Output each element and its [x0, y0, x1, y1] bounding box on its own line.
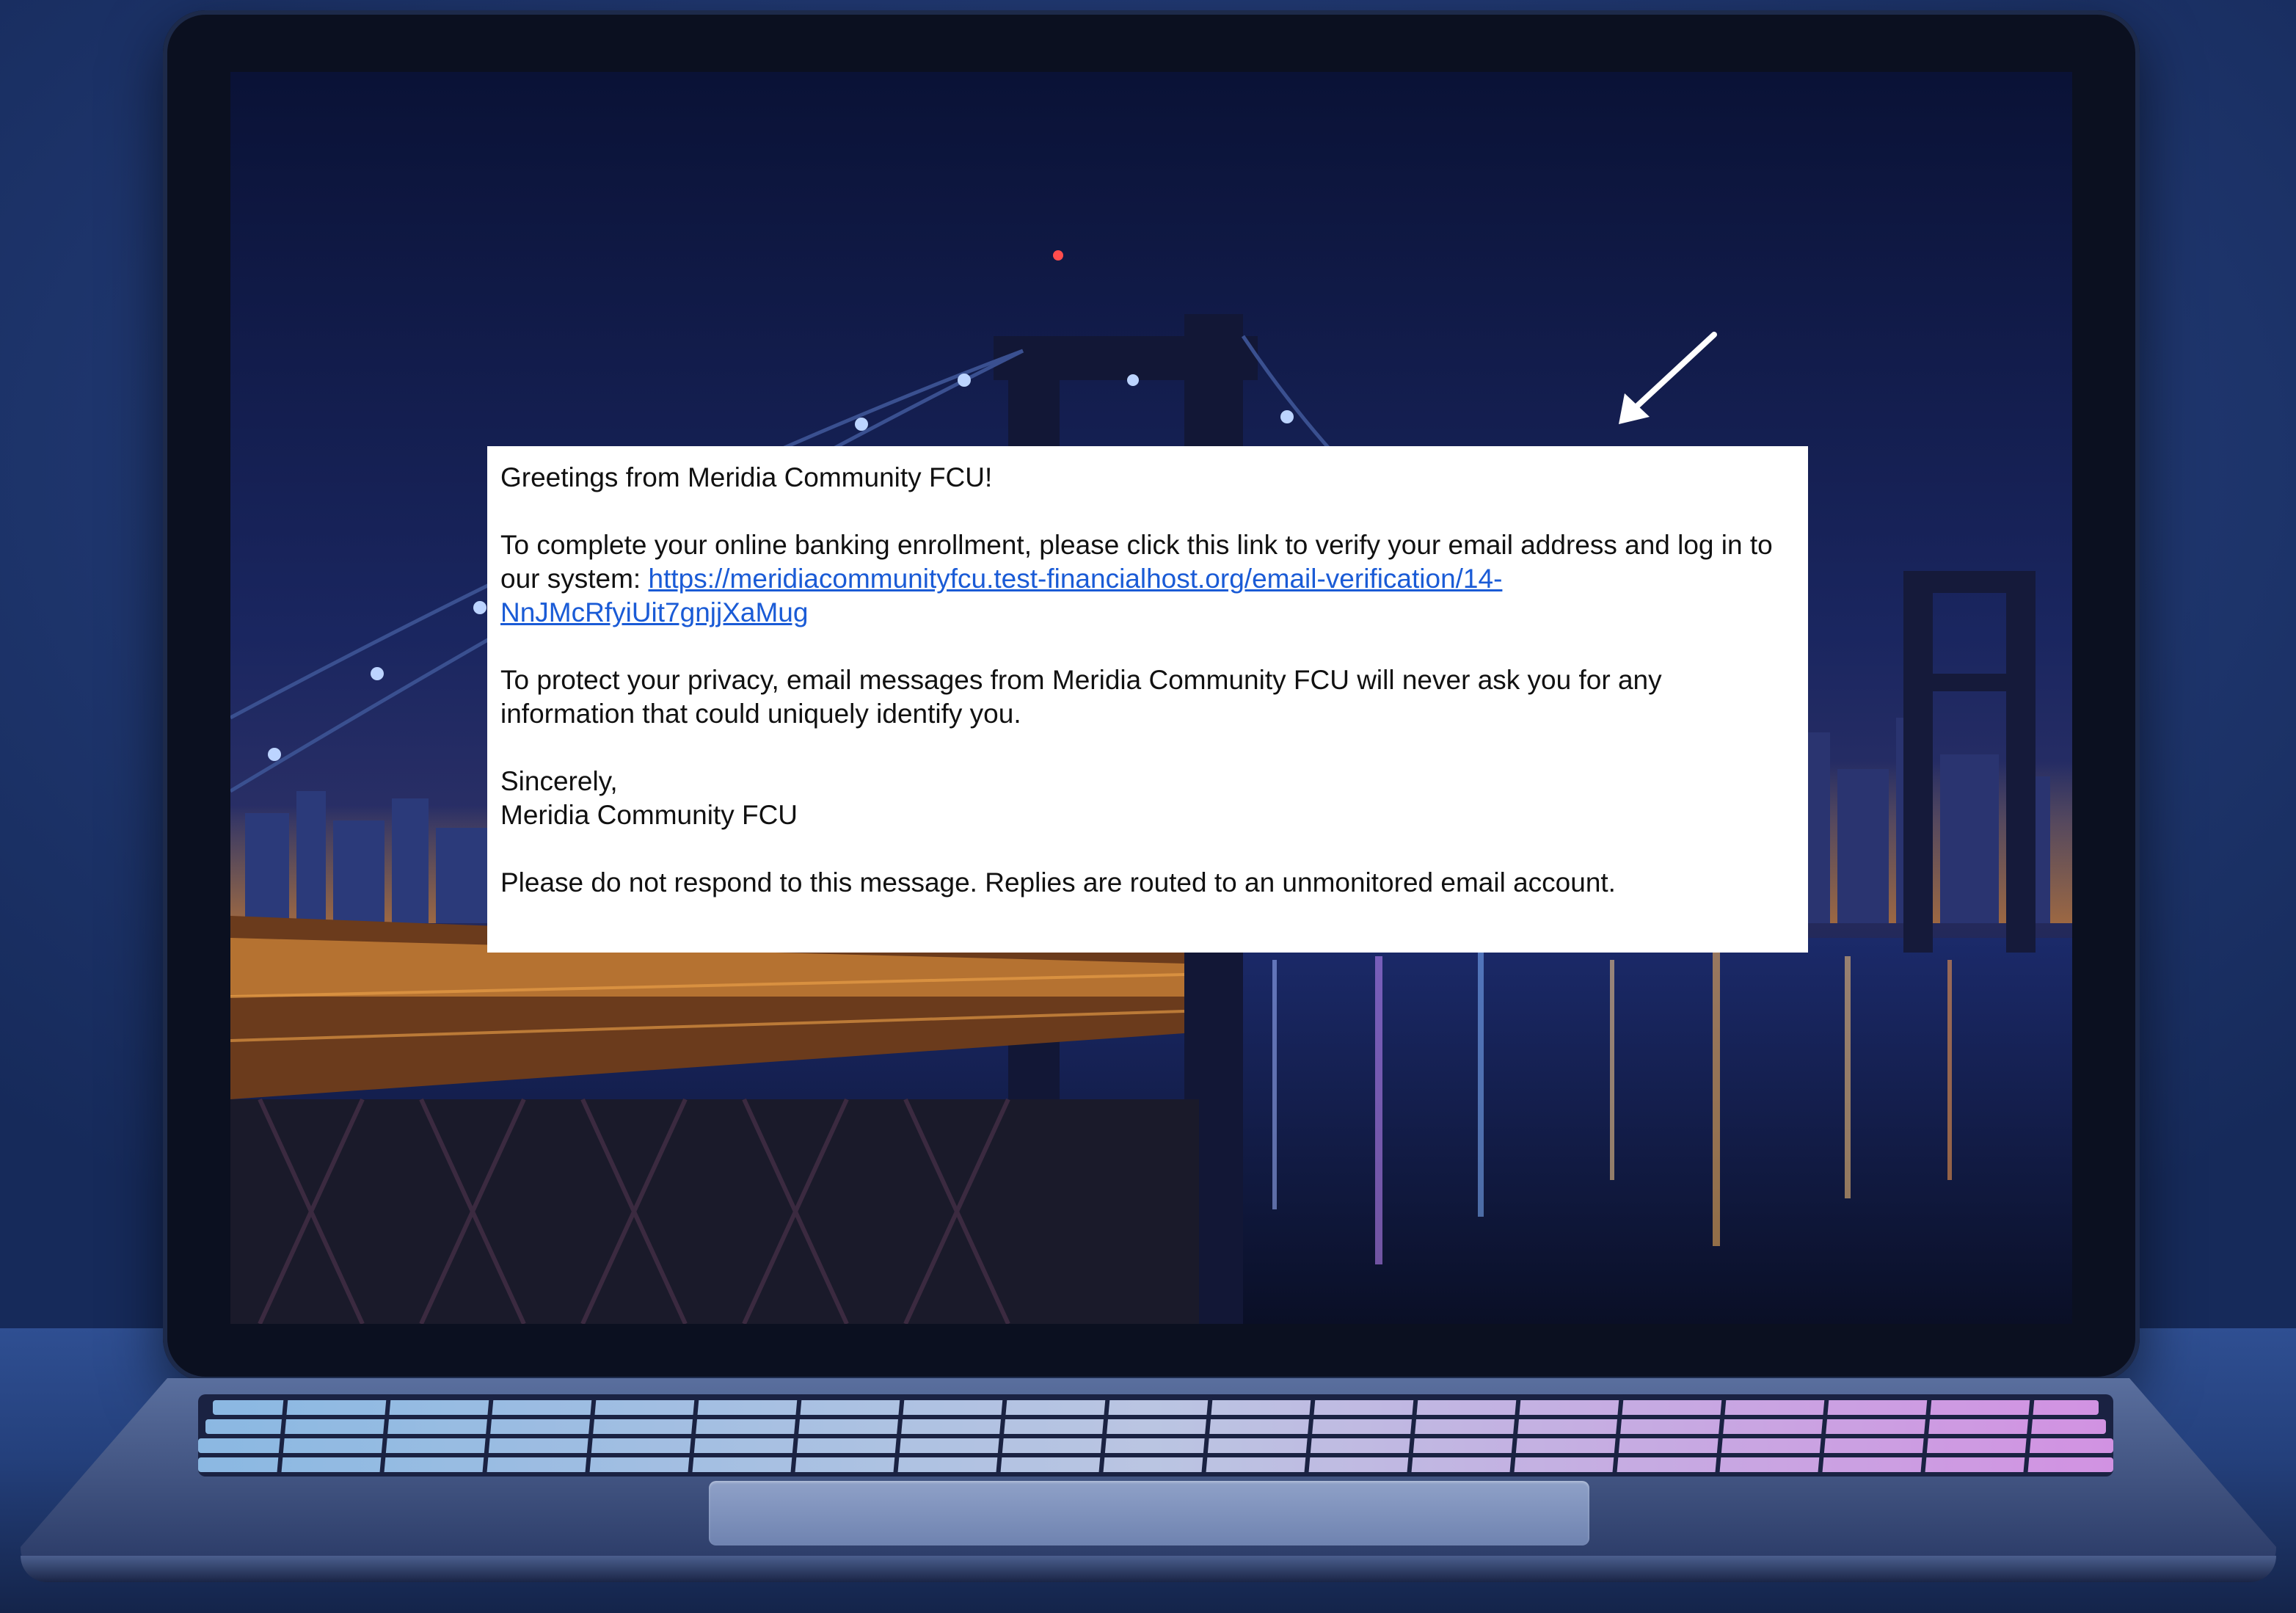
email-signature: Meridia Community FCU	[500, 800, 798, 830]
email-message: Greetings from Meridia Community FCU! To…	[487, 446, 1808, 953]
arrow-pointer-icon	[1619, 332, 1717, 424]
email-privacy-notice: To protect your privacy, email messages …	[500, 665, 1662, 729]
laptop-screen: Greetings from Meridia Community FCU! To…	[230, 72, 2072, 1324]
trackpad[interactable]	[709, 1481, 1589, 1545]
email-greeting: Greetings from Meridia Community FCU!	[500, 462, 993, 492]
email-body: To complete your online banking enrollme…	[500, 528, 1795, 630]
verification-link[interactable]: https://meridiacommunityfcu.test-financi…	[500, 564, 1502, 627]
email-closing: Sincerely,	[500, 766, 618, 796]
keyboard	[198, 1394, 2113, 1477]
email-footer-notice: Please do not respond to this message. R…	[500, 867, 1616, 897]
laptop-base-edge	[21, 1556, 2276, 1582]
email-signoff: Sincerely, Meridia Community FCU	[500, 765, 1795, 832]
